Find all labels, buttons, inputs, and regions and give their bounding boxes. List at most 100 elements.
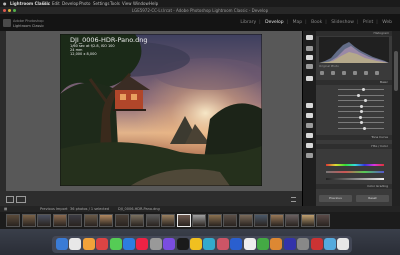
filmstrip-thumbnail[interactable]: [68, 214, 82, 227]
photo-preview[interactable]: DJI_0006-HDR-Pano.dng 1/60 sec at f/2.8,…: [60, 34, 262, 186]
hue-spectrum-bar[interactable]: [326, 164, 384, 166]
before-after-icon[interactable]: [16, 196, 26, 203]
dock-photoshop-icon[interactable]: [310, 238, 323, 250]
dock-downloads-icon[interactable]: [324, 238, 336, 250]
masking-tool-icon[interactable]: [306, 76, 313, 81]
dock-mail-icon[interactable]: [123, 238, 135, 250]
filmstrip-thumbnail[interactable]: [52, 214, 67, 227]
luminance-spectrum-bar[interactable]: [326, 178, 384, 180]
crop-tool-icon[interactable]: [306, 46, 313, 51]
adjustment-slider-handle[interactable]: [359, 104, 363, 108]
dock-messages-icon[interactable]: [109, 238, 122, 250]
panel-scrollbar[interactable]: [392, 31, 400, 206]
filmstrip-thumbnail[interactable]: [37, 214, 51, 227]
dock-finder-icon[interactable]: [56, 238, 68, 250]
menu-photo[interactable]: Photo: [79, 0, 90, 7]
menu-window[interactable]: Window: [133, 0, 149, 7]
adjustment-slider-handle[interactable]: [357, 93, 361, 97]
filmstrip-thumbnail[interactable]: [316, 214, 330, 227]
menu-view[interactable]: View: [122, 0, 132, 7]
section-basic-header[interactable]: Basic: [316, 80, 392, 85]
dock-utilities-icon[interactable]: [297, 238, 310, 250]
module-map[interactable]: Map: [293, 20, 303, 25]
menu-develop[interactable]: Develop: [62, 0, 78, 7]
module-slideshow[interactable]: Slideshow: [331, 20, 354, 25]
dock-settings-icon[interactable]: [149, 238, 162, 250]
tone-curve-icon[interactable]: [306, 113, 313, 118]
module-web[interactable]: Web: [382, 20, 392, 25]
dock-podcasts-icon[interactable]: [163, 238, 176, 250]
filmstrip-thumbnail[interactable]: [83, 214, 98, 227]
section-hsl-header[interactable]: HSL / Color: [316, 144, 392, 149]
dock-safari-icon[interactable]: [243, 238, 256, 250]
scrollbar-thumb[interactable]: [394, 51, 398, 91]
toolbar-menu-icon[interactable]: [291, 197, 296, 202]
filmstrip-thumbnail[interactable]: [114, 214, 129, 227]
filmstrip-thumbnail[interactable]: [6, 214, 20, 227]
menu-edit[interactable]: Edit: [52, 0, 60, 7]
adjustment-slider-handle[interactable]: [360, 110, 364, 113]
filmstrip-thumbnail[interactable]: [99, 214, 113, 227]
filmstrip-thumbnail[interactable]: [161, 214, 175, 227]
adjustment-slider-handle[interactable]: [361, 88, 365, 91]
adjustment-slider-track[interactable]: [338, 127, 384, 129]
module-develop[interactable]: Develop: [265, 20, 284, 25]
filmstrip-thumbnail[interactable]: [238, 214, 253, 227]
previous-button[interactable]: Previous: [319, 195, 352, 202]
dock-terminal-icon[interactable]: [176, 238, 189, 250]
detail-panel-icon[interactable]: [306, 133, 313, 138]
dock-notes-icon[interactable]: [190, 238, 202, 250]
menu-help[interactable]: Help: [149, 0, 158, 7]
dock-launchpad-icon[interactable]: [69, 238, 82, 250]
filmstrip-thumbnail[interactable]: [21, 214, 36, 227]
menu-settings[interactable]: Settings: [93, 0, 109, 7]
dock-trash-icon[interactable]: [337, 238, 350, 250]
adjustment-slider-handle[interactable]: [358, 115, 362, 119]
module-print[interactable]: Print: [363, 20, 373, 25]
menu-file[interactable]: File: [42, 0, 49, 7]
dock-books-icon[interactable]: [270, 238, 283, 250]
adjustment-slider-track[interactable]: [338, 100, 384, 101]
filmstrip-thumbnail-selected[interactable]: [176, 214, 191, 227]
menu-tools[interactable]: Tools: [110, 0, 120, 7]
hsl-panel-icon[interactable]: [306, 123, 313, 128]
module-book[interactable]: Book: [311, 20, 322, 25]
redeye-icon[interactable]: [364, 71, 368, 75]
edit-icon[interactable]: [320, 71, 324, 75]
adjustment-slider-track[interactable]: [338, 94, 384, 96]
dock-lightroom-icon[interactable]: [283, 238, 296, 250]
filmstrip-thumbnail[interactable]: [285, 214, 299, 227]
presets-icon[interactable]: [375, 71, 379, 75]
filmstrip-thumbnail[interactable]: [192, 214, 206, 227]
saturation-spectrum-bar[interactable]: [326, 171, 384, 173]
dock-app-store-icon[interactable]: [230, 238, 243, 250]
basic-panel-icon[interactable]: [306, 103, 313, 108]
crop-icon[interactable]: [331, 71, 335, 75]
dock-music-icon[interactable]: [96, 238, 109, 250]
heal-icon[interactable]: [342, 71, 346, 75]
dock-news-icon[interactable]: [216, 238, 229, 250]
dock-photos-icon[interactable]: [82, 238, 95, 250]
module-library[interactable]: Library: [240, 20, 256, 25]
dock-maps-icon[interactable]: [203, 238, 216, 250]
filmstrip-thumbnail[interactable]: [145, 214, 160, 227]
spot-removal-icon[interactable]: [306, 55, 313, 60]
loupe-view-icon[interactable]: [6, 196, 14, 203]
filmstrip-thumbnail[interactable]: [300, 214, 315, 227]
adjustment-slider-handle[interactable]: [364, 99, 368, 102]
apple-icon[interactable]: ●: [3, 0, 7, 7]
adjustment-slider-handle[interactable]: [362, 126, 366, 130]
filmstrip-thumbnail[interactable]: [254, 214, 268, 227]
filmstrip-thumbnail[interactable]: [269, 214, 284, 227]
section-tonecurve-header[interactable]: Tone Curve: [316, 135, 392, 140]
calibration-icon[interactable]: [306, 153, 313, 158]
filmstrip-thumbnail[interactable]: [130, 214, 144, 227]
filmstrip-thumbnail[interactable]: [207, 214, 222, 227]
effects-panel-icon[interactable]: [306, 143, 313, 148]
histogram-toggle-icon[interactable]: [306, 35, 313, 40]
adjustment-slider-handle[interactable]: [359, 121, 363, 124]
filmstrip-thumbnail[interactable]: [223, 214, 237, 227]
dock-calendar-icon[interactable]: [136, 238, 149, 250]
dock-facetime-icon[interactable]: [257, 238, 269, 250]
redeye-tool-icon[interactable]: [306, 64, 313, 69]
